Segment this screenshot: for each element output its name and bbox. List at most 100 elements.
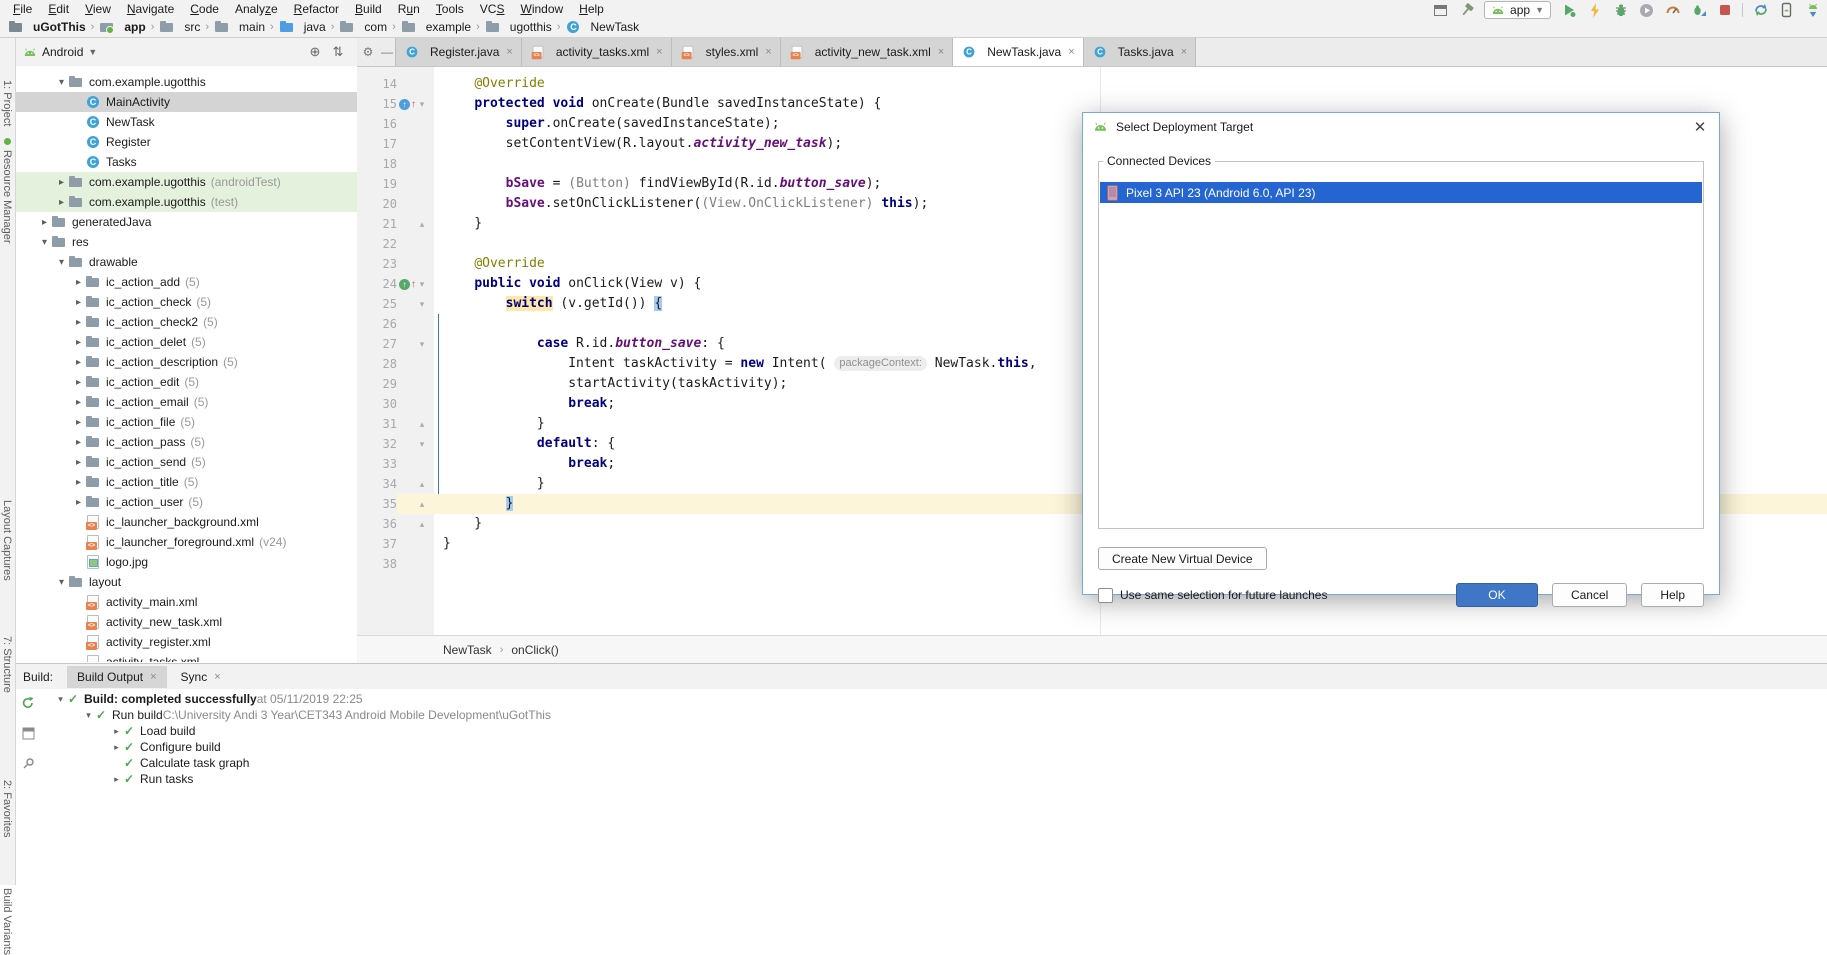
- menu-item-window[interactable]: Window: [512, 1, 571, 17]
- tree-item-ic-action-add-5-[interactable]: ▸ic_action_add(5): [15, 272, 357, 292]
- tree-item-ic-launcher-foreground-xml-v24-[interactable]: ic_launcher_foreground.xml(v24): [15, 532, 357, 552]
- coverage-icon[interactable]: [1638, 2, 1655, 19]
- expand-arrow-icon[interactable]: ▸: [55, 177, 68, 188]
- use-same-selection-checkbox[interactable]: [1098, 588, 1113, 603]
- build-tab-sync[interactable]: Sync×: [171, 666, 231, 688]
- close-icon[interactable]: ×: [938, 46, 944, 58]
- expand-arrow-icon[interactable]: ▾: [53, 694, 68, 705]
- close-icon[interactable]: ✕: [1691, 118, 1709, 136]
- tool-stripe-2-favorites[interactable]: 2: Favorites: [1, 780, 13, 837]
- menu-item-edit[interactable]: Edit: [40, 1, 77, 17]
- tree-item-logo-jpg[interactable]: logo.jpg: [15, 552, 357, 572]
- menu-item-analyze[interactable]: Analyze: [227, 1, 286, 17]
- profiler-icon[interactable]: [1664, 2, 1681, 19]
- locate-file-icon[interactable]: ⊕: [306, 44, 324, 60]
- expand-arrow-icon[interactable]: ▸: [72, 397, 85, 408]
- menu-item-help[interactable]: Help: [571, 1, 612, 17]
- gutter-marker[interactable]: ↑↑: [399, 94, 416, 114]
- sync-gradle-icon[interactable]: [1752, 2, 1769, 19]
- breadcrumb-item-ugotthis[interactable]: ugotthis: [485, 19, 552, 35]
- breadcrumb-item-java[interactable]: java: [279, 19, 326, 35]
- build-tab-build-output[interactable]: Build Output×: [67, 666, 166, 688]
- close-icon[interactable]: ×: [214, 671, 220, 683]
- override-method-icon[interactable]: ↑: [399, 279, 410, 290]
- tree-item-tasks[interactable]: Tasks: [15, 152, 357, 172]
- layout-icon[interactable]: [22, 727, 35, 743]
- tree-item-com-example-ugotthis-test-[interactable]: ▸com.example.ugotthis(test): [15, 192, 357, 212]
- cancel-button[interactable]: Cancel: [1552, 583, 1627, 607]
- build-hammer-icon[interactable]: [1458, 2, 1475, 19]
- tree-item-ic-action-check-5-[interactable]: ▸ic_action_check(5): [15, 292, 357, 312]
- help-button[interactable]: Help: [1641, 583, 1704, 607]
- breadcrumb-item-com[interactable]: com: [339, 19, 387, 35]
- build-tree-item[interactable]: ▸✓Configure build: [41, 739, 1827, 755]
- expand-arrow-icon[interactable]: ▸: [55, 197, 68, 208]
- fold-marker-icon[interactable]: ▴: [415, 494, 429, 514]
- breadcrumb-item-ugotthis[interactable]: uGotThis: [8, 19, 86, 35]
- tree-item-res[interactable]: ▾res: [15, 232, 357, 252]
- expand-arrow-icon[interactable]: ▾: [55, 257, 68, 268]
- gear-icon[interactable]: ⚙: [357, 38, 379, 66]
- tree-item-com-example-ugotthis[interactable]: ▾com.example.ugotthis: [15, 72, 357, 92]
- expand-arrow-icon[interactable]: ▸: [109, 742, 124, 753]
- expand-arrow-icon[interactable]: ▾: [38, 237, 51, 248]
- tree-item-ic-action-pass-5-[interactable]: ▸ic_action_pass(5): [15, 432, 357, 452]
- menu-item-code[interactable]: Code: [182, 1, 227, 17]
- code-line-14[interactable]: @Override: [434, 74, 1827, 94]
- menu-item-build[interactable]: Build: [347, 1, 390, 17]
- build-tree-item[interactable]: ▸✓Load build: [41, 723, 1827, 739]
- build-tree-item[interactable]: ✓Calculate task graph: [41, 755, 1827, 771]
- breadcrumb-item-src[interactable]: src: [159, 19, 200, 35]
- menu-item-run[interactable]: Run: [390, 1, 428, 17]
- run-icon[interactable]: [1560, 2, 1577, 19]
- fold-marker-icon[interactable]: ▴: [415, 414, 429, 434]
- fold-marker-icon[interactable]: ▾: [415, 274, 429, 294]
- fold-marker-icon[interactable]: ▴: [415, 214, 429, 234]
- expand-arrow-icon[interactable]: ▸: [72, 417, 85, 428]
- apply-changes-icon[interactable]: [1586, 2, 1603, 19]
- expand-arrow-icon[interactable]: ▸: [72, 497, 85, 508]
- tree-item-register[interactable]: Register: [15, 132, 357, 152]
- tree-item-activity-register-xml[interactable]: activity_register.xml: [15, 632, 357, 652]
- expand-arrow-icon[interactable]: ▸: [72, 277, 85, 288]
- menu-item-refactor[interactable]: Refactor: [286, 1, 347, 17]
- expand-arrow-icon[interactable]: ▸: [72, 317, 85, 328]
- build-tree-item[interactable]: ▾✓Build: completed successfully at 05/11…: [41, 691, 1827, 707]
- menu-item-navigate[interactable]: Navigate: [119, 1, 182, 17]
- tree-item-ic-action-delet-5-[interactable]: ▸ic_action_delet(5): [15, 332, 357, 352]
- tree-item-ic-action-description-5-[interactable]: ▸ic_action_description(5): [15, 352, 357, 372]
- tree-item-mainactivity[interactable]: MainActivity: [15, 92, 357, 112]
- tab-styles-xml[interactable]: styles.xml×: [672, 38, 781, 66]
- tree-item-ic-action-user-5-[interactable]: ▸ic_action_user(5): [15, 492, 357, 512]
- override-method-icon[interactable]: ↑: [399, 99, 410, 110]
- tool-stripe-1-project[interactable]: 1: Project: [1, 80, 13, 126]
- tree-item-ic-launcher-background-xml[interactable]: ic_launcher_background.xml: [15, 512, 357, 532]
- device-list-item[interactable]: Pixel 3 API 23 (Android 6.0, API 23): [1100, 182, 1702, 203]
- expand-arrow-icon[interactable]: ▸: [72, 337, 85, 348]
- tree-item-activity-new-task-xml[interactable]: activity_new_task.xml: [15, 612, 357, 632]
- expand-arrow-icon[interactable]: ▸: [72, 297, 85, 308]
- collapse-all-icon[interactable]: ⇅: [329, 44, 347, 60]
- close-icon[interactable]: ×: [1181, 46, 1187, 58]
- tree-item-com-example-ugotthis-androidtest-[interactable]: ▸com.example.ugotthis(androidTest): [15, 172, 357, 192]
- create-new-virtual-device-button[interactable]: Create New Virtual Device: [1098, 547, 1267, 570]
- menu-item-tools[interactable]: Tools: [428, 1, 472, 17]
- expand-arrow-icon[interactable]: ▸: [72, 457, 85, 468]
- ok-button[interactable]: OK: [1456, 583, 1538, 607]
- expand-arrow-icon[interactable]: ▸: [72, 437, 85, 448]
- expand-arrow-icon[interactable]: ▸: [72, 477, 85, 488]
- breadcrumb-item-example[interactable]: example: [401, 19, 471, 35]
- sdk-manager-icon[interactable]: [1804, 2, 1821, 19]
- expand-arrow-icon[interactable]: ▸: [109, 774, 124, 785]
- tab-newtask-java[interactable]: NewTask.java×: [953, 38, 1083, 66]
- expand-arrow-icon[interactable]: ▸: [72, 357, 85, 368]
- tree-item-drawable[interactable]: ▾drawable: [15, 252, 357, 272]
- project-view-mode[interactable]: Android: [42, 45, 83, 59]
- window-icon[interactable]: [1432, 2, 1449, 19]
- gutter-marker[interactable]: ↑↑: [399, 274, 416, 294]
- fold-marker-icon[interactable]: ▾: [415, 334, 429, 354]
- tree-item-activity-main-xml[interactable]: activity_main.xml: [15, 592, 357, 612]
- tab-register-java[interactable]: Register.java×: [395, 38, 522, 66]
- fold-marker-icon[interactable]: ▴: [415, 474, 429, 494]
- tree-item-activity-tasks-xml[interactable]: activity_tasks.xml: [15, 652, 357, 662]
